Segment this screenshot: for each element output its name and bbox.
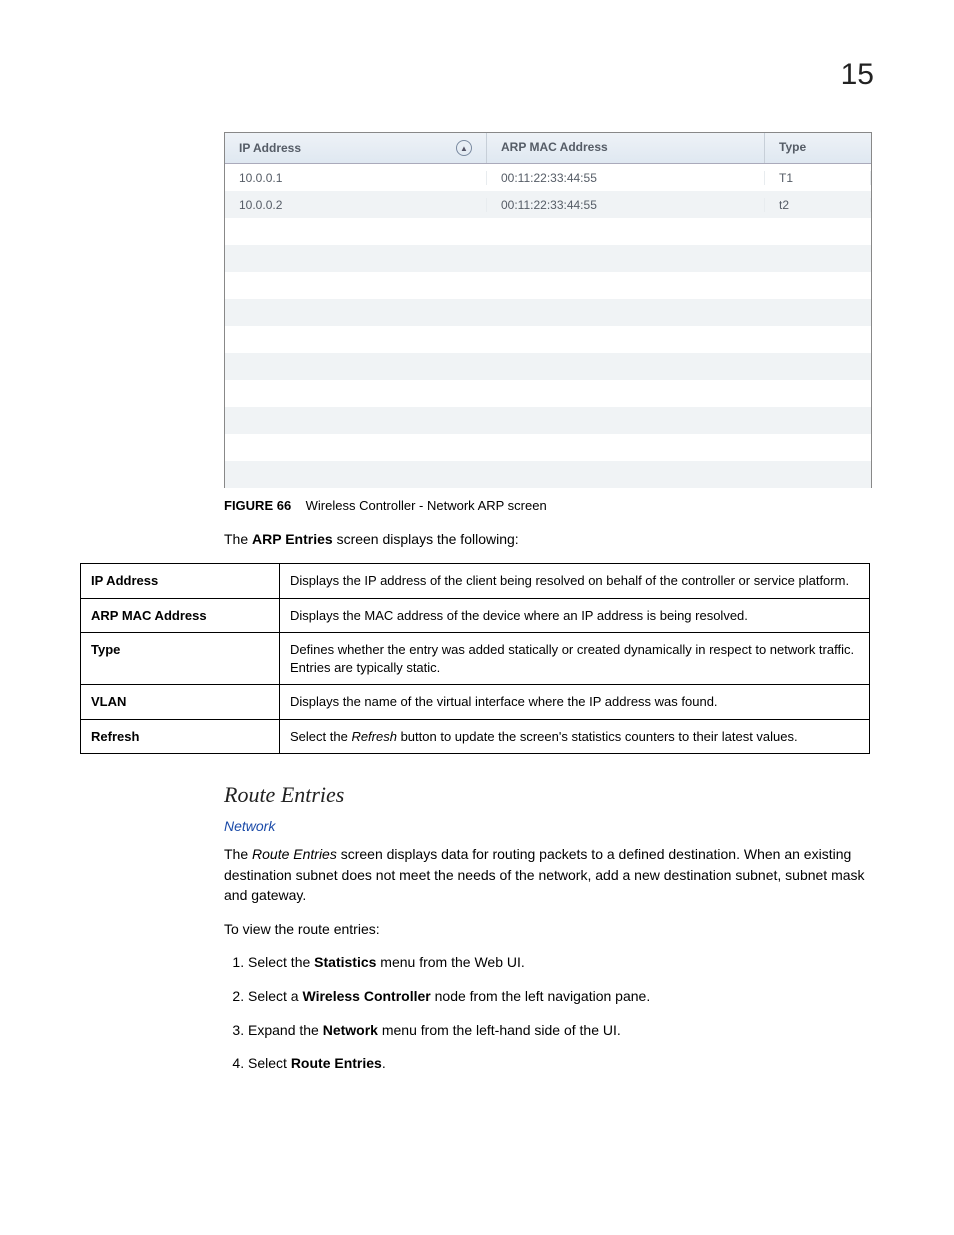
table-row-empty <box>225 245 871 272</box>
section-paragraph-1: The Route Entries screen displays data f… <box>224 844 874 905</box>
definition-value: Displays the name of the virtual interfa… <box>280 685 870 720</box>
cell-ip: 10.0.0.1 <box>225 171 487 185</box>
intro-suffix: screen displays the following: <box>333 531 519 547</box>
column-header-mac[interactable]: ARP MAC Address <box>487 133 765 163</box>
definitions-table: IP AddressDisplays the IP address of the… <box>80 563 870 754</box>
intro-text: The ARP Entries screen displays the foll… <box>224 531 874 547</box>
table-row[interactable]: 10.0.0.200:11:22:33:44:55t2 <box>225 191 871 218</box>
cell-mac: 00:11:22:33:44:55 <box>487 198 765 212</box>
table-row-empty <box>225 407 871 434</box>
definition-key: VLAN <box>81 685 280 720</box>
definition-key: Refresh <box>81 719 280 754</box>
definition-key: Type <box>81 633 280 685</box>
page-number: 15 <box>841 58 874 92</box>
breadcrumb-link[interactable]: Network <box>224 818 874 834</box>
cell-type: T1 <box>765 171 871 185</box>
table-row-empty <box>225 380 871 407</box>
definition-value: Defines whether the entry was added stat… <box>280 633 870 685</box>
steps-list: Select the Statistics menu from the Web … <box>224 953 874 1073</box>
text: The <box>224 846 252 862</box>
table-row[interactable]: 10.0.0.100:11:22:33:44:55T1 <box>225 164 871 191</box>
cell-ip: 10.0.0.2 <box>225 198 487 212</box>
table-header-row: IP Address ▲ ARP MAC Address Type <box>225 133 871 164</box>
table-row-empty <box>225 353 871 380</box>
definition-key: IP Address <box>81 564 280 599</box>
definition-value: Select the Refresh button to update the … <box>280 719 870 754</box>
step-item: Select the Statistics menu from the Web … <box>248 953 874 973</box>
definition-row: TypeDefines whether the entry was added … <box>81 633 870 685</box>
table-row-empty <box>225 326 871 353</box>
column-header-ip-label: IP Address <box>239 141 301 155</box>
section-paragraph-2: To view the route entries: <box>224 919 874 939</box>
definition-row: IP AddressDisplays the IP address of the… <box>81 564 870 599</box>
step-item: Expand the Network menu from the left-ha… <box>248 1021 874 1041</box>
cell-mac: 00:11:22:33:44:55 <box>487 171 765 185</box>
arp-screenshot: IP Address ▲ ARP MAC Address Type 10.0.0… <box>224 132 872 488</box>
figure-label: FIGURE 66 <box>224 498 291 513</box>
table-row-empty <box>225 434 871 461</box>
column-header-ip[interactable]: IP Address ▲ <box>225 133 487 163</box>
definition-row: RefreshSelect the Refresh button to upda… <box>81 719 870 754</box>
definition-row: ARP MAC AddressDisplays the MAC address … <box>81 598 870 633</box>
cell-type: t2 <box>765 198 871 212</box>
sort-asc-icon[interactable]: ▲ <box>456 140 472 156</box>
definition-value: Displays the IP address of the client be… <box>280 564 870 599</box>
step-item: Select a Wireless Controller node from t… <box>248 987 874 1007</box>
intro-prefix: The <box>224 531 252 547</box>
section-heading: Route Entries <box>224 782 874 808</box>
text-italic: Route Entries <box>252 846 337 862</box>
table-row-empty <box>225 218 871 245</box>
table-row-empty <box>225 272 871 299</box>
intro-bold: ARP Entries <box>252 531 333 547</box>
figure-caption: FIGURE 66 Wireless Controller - Network … <box>224 498 874 513</box>
figure-caption-text: Wireless Controller - Network ARP screen <box>306 498 547 513</box>
definition-row: VLANDisplays the name of the virtual int… <box>81 685 870 720</box>
table-row-empty <box>225 461 871 488</box>
step-item: Select Route Entries. <box>248 1054 874 1074</box>
table-row-empty <box>225 299 871 326</box>
definition-key: ARP MAC Address <box>81 598 280 633</box>
column-header-type[interactable]: Type <box>765 133 871 163</box>
definition-value: Displays the MAC address of the device w… <box>280 598 870 633</box>
